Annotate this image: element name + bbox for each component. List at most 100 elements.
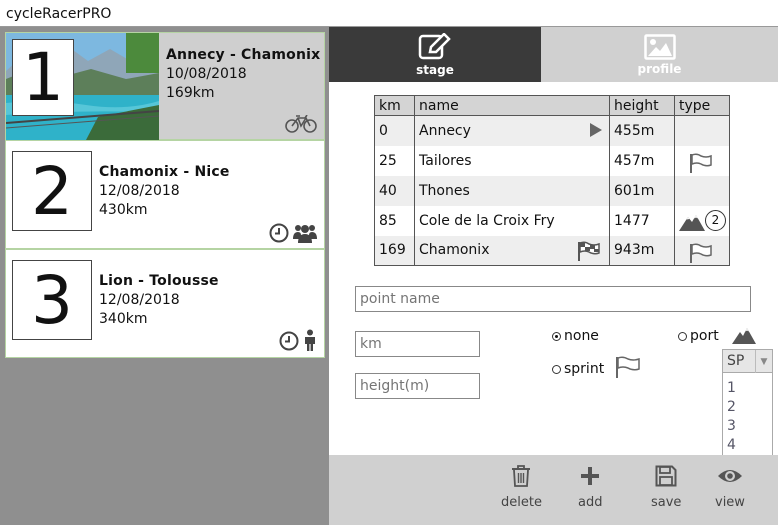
chevron-down-icon[interactable]: ▼ [755,350,772,373]
cell-km: 0 [374,115,415,146]
action-bar: delete add save view [329,455,778,525]
dropdown-option[interactable]: 2 [723,398,772,417]
cell-km: 169 [374,235,415,266]
cell-height: 943m [609,235,675,266]
tab-profile[interactable]: profile [541,27,778,82]
add-label: add [578,495,603,510]
mountain-icon [731,328,756,344]
view-label: view [715,495,745,510]
cell-km: 25 [374,145,415,176]
mountain-icon [679,214,705,231]
stage-editor: stage profile km name height type 0 Anne… [329,27,778,525]
stage-date: 10/08/2018 [166,66,247,82]
radio-port-label: port [690,328,719,344]
cell-height: 457m [609,145,675,176]
radio-none-dot[interactable] [552,331,561,341]
group-icon [293,225,317,243]
cell-km: 85 [374,205,415,236]
stage-title: Chamonix - Nice [99,164,230,180]
stage-photo: 1 [6,33,159,140]
cell-name: Thones [414,175,610,206]
stage-distance: 430km [99,202,148,218]
point-name-input[interactable] [355,286,751,312]
cell-type [674,235,730,266]
cell-name-text: Chamonix [419,242,490,259]
stage-date: 12/08/2018 [99,183,180,199]
cell-height: 601m [609,175,675,206]
cell-name: Annecy [414,115,610,146]
view-button[interactable]: view [715,465,745,510]
radio-sprint-label: sprint [564,361,605,377]
radio-sprint[interactable]: sprint [552,356,641,378]
cell-type [674,175,730,206]
height-input[interactable] [355,373,480,399]
cell-height: 455m [609,115,675,146]
radio-sprint-dot[interactable] [552,364,561,374]
bicycle-icon [285,115,317,133]
tab-stage-label: stage [416,62,454,77]
stage-distance: 340km [99,311,148,327]
save-label: save [651,495,682,510]
eye-icon [717,470,742,482]
save-button[interactable]: save [651,465,681,510]
stage-card-2[interactable]: 2 Chamonix - Nice 12/08/2018 430km [5,140,325,249]
cell-name: Cole de la Croix Fry [414,205,610,236]
table-row[interactable]: 85 Cole de la Croix Fry 1477 2 [374,205,730,236]
trash-icon [512,465,531,487]
radio-none-label: none [564,328,599,344]
dropdown-option[interactable]: 1 [723,379,772,398]
stage-info: Annecy - Chamonix 10/08/2018 169km [166,46,320,103]
stage-number: 2 [12,151,92,231]
dropdown-selected-value: SP [727,353,745,369]
cell-type [674,145,730,176]
stage-number: 3 [12,260,92,340]
table-row[interactable]: 40 Thones 601m [374,175,730,206]
col-header-km: km [374,95,415,116]
plus-icon [581,467,600,485]
play-icon[interactable] [589,123,603,137]
cell-km: 40 [374,175,415,206]
table-row[interactable]: 25 Tailores 457m [374,145,730,176]
radio-none[interactable]: none [552,328,599,344]
points-table: km name height type 0 Annecy 455m 25 Tai… [374,95,730,266]
clock-icon [269,223,289,243]
stage-info: Chamonix - Nice 12/08/2018 430km [99,163,230,220]
dropdown-option[interactable]: 3 [723,417,772,436]
cell-name: Tailores [414,145,610,176]
cell-name: Chamonix [414,235,610,266]
title-bar: cycleRacerPRO [0,0,778,27]
cell-height: 1477 [609,205,675,236]
stage-card-1[interactable]: 1 Annecy - Chamonix 10/08/2018 169km [5,32,325,140]
app-title: cycleRacerPRO [6,6,112,22]
col-header-height: height [609,95,675,116]
dropdown-selected[interactable]: SP ▼ [723,350,772,373]
floppy-icon [655,465,677,487]
cell-name-text: Annecy [419,122,471,139]
stage-title: Lion - Tolousse [99,273,219,289]
flag-icon [690,242,712,263]
radio-port-dot[interactable] [678,331,687,341]
table-row[interactable]: 169 Chamonix 943m [374,235,730,266]
stage-distance: 169km [166,85,215,101]
col-header-name: name [414,95,610,116]
km-input[interactable] [355,331,480,357]
delete-label: delete [501,495,542,510]
tab-stage[interactable]: stage [329,27,541,82]
delete-button[interactable]: delete [501,465,542,510]
table-row[interactable]: 0 Annecy 455m [374,115,730,146]
cell-type [674,115,730,146]
tab-bar: stage profile [329,27,778,82]
category-dropdown[interactable]: SP ▼ 1 2 3 4 [722,349,773,460]
category-badge: 2 [705,209,726,231]
stage-card-3[interactable]: 3 Lion - Tolousse 12/08/2018 340km [5,249,325,358]
clock-icon [279,331,299,351]
person-icon [305,329,315,351]
dropdown-options: 1 2 3 4 [723,373,772,459]
radio-port[interactable]: port [678,328,756,344]
flag-icon [616,356,640,378]
stage-number: 1 [12,39,74,116]
dropdown-option[interactable]: 4 [723,436,772,455]
image-icon [643,33,676,60]
flag-icon [690,152,712,173]
add-button[interactable]: add [578,465,602,510]
